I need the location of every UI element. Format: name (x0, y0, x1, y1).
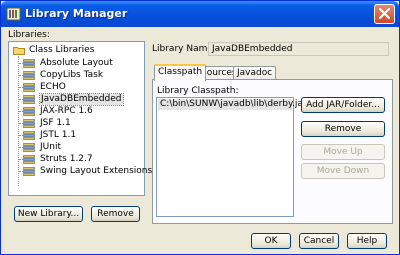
tree-item-jstl[interactable]: JSTL 1.1 (9, 130, 144, 141)
library-icon (23, 95, 35, 104)
tab-javadoc[interactable]: Javadoc (233, 66, 277, 80)
tree-item-label: ECHO (40, 82, 66, 92)
library-classpath-label: Library Classpath: (157, 86, 239, 96)
library-manager-icon (6, 7, 21, 21)
library-icon (23, 167, 35, 176)
libraries-label: Libraries: (8, 30, 50, 40)
ok-button[interactable]: OK (251, 233, 291, 249)
library-icon (23, 155, 35, 164)
tree-item-label: JUnit (40, 142, 61, 152)
tree-item-jsf[interactable]: JSF 1.1 (9, 118, 144, 129)
help-button[interactable]: Help (347, 233, 387, 249)
library-icon (23, 83, 35, 92)
tab-classpath[interactable]: Classpath (154, 64, 207, 81)
remove-classpath-button[interactable]: Remove (301, 121, 385, 137)
tree-item-label: Swing Layout Extensions (40, 166, 153, 176)
cancel-button[interactable]: Cancel (299, 233, 339, 249)
tree-item-label: Struts 1.2.7 (40, 154, 93, 164)
tree-item-struts[interactable]: Struts 1.2.7 (9, 154, 144, 165)
library-icon (23, 131, 35, 140)
library-icon (23, 71, 35, 80)
libraries-tree[interactable]: Class Libraries Absolute Layout CopyLibs… (8, 41, 152, 196)
tree-item-copylibs-task[interactable]: CopyLibs Task (9, 70, 144, 81)
window-title: Library Manager (25, 7, 128, 20)
add-jar-folder-button[interactable]: Add JAR/Folder... (301, 97, 385, 113)
tree-item-label: Absolute Layout (40, 58, 113, 68)
tree-item-swing-layout-extensions[interactable]: Swing Layout Extensions (9, 166, 152, 177)
tree-item-label: CopyLibs Task (40, 70, 104, 80)
tree-item-label: JAX-RPC 1.6 (40, 106, 93, 116)
tree-item-jax-rpc[interactable]: JAX-RPC 1.6 (9, 106, 144, 117)
move-up-button[interactable]: Move Up (301, 144, 385, 160)
tree-item-label: JSTL 1.1 (40, 130, 77, 140)
tree-root-class-libraries[interactable]: Class Libraries (13, 45, 133, 56)
new-library-button[interactable]: New Library... (14, 206, 83, 222)
tree-item-label: JSF 1.1 (40, 118, 71, 128)
folder-open-icon (13, 47, 25, 55)
tree-item-label: JavaDBEmbedded (39, 93, 124, 106)
library-icon (23, 59, 35, 68)
tree-item-javadbembedded[interactable]: JavaDBEmbedded (9, 93, 144, 106)
library-manager-dialog: Library Manager Libraries: Class Librari… (0, 0, 400, 255)
close-button[interactable] (374, 4, 395, 24)
remove-library-button[interactable]: Remove (91, 206, 140, 222)
tree-root-label: Class Libraries (29, 45, 95, 55)
library-name-field[interactable]: JavaDBEmbedded (208, 42, 389, 56)
library-name-label: Library Name: (152, 44, 216, 54)
tree-item-absolute-layout[interactable]: Absolute Layout (9, 58, 144, 69)
library-icon (23, 143, 35, 152)
title-bar[interactable]: Library Manager (1, 1, 399, 27)
classpath-item-derby-jar[interactable]: C:\bin\SUNW\javadb\lib\derby.jar (158, 99, 307, 110)
tree-item-junit[interactable]: JUnit (9, 142, 144, 153)
library-icon (23, 107, 35, 116)
library-icon (23, 119, 35, 128)
tree-item-echo[interactable]: ECHO (9, 82, 144, 93)
classpath-list[interactable]: C:\bin\SUNW\javadb\lib\derby.jar (156, 97, 307, 217)
close-icon (379, 8, 390, 19)
move-down-button[interactable]: Move Down (301, 163, 385, 179)
